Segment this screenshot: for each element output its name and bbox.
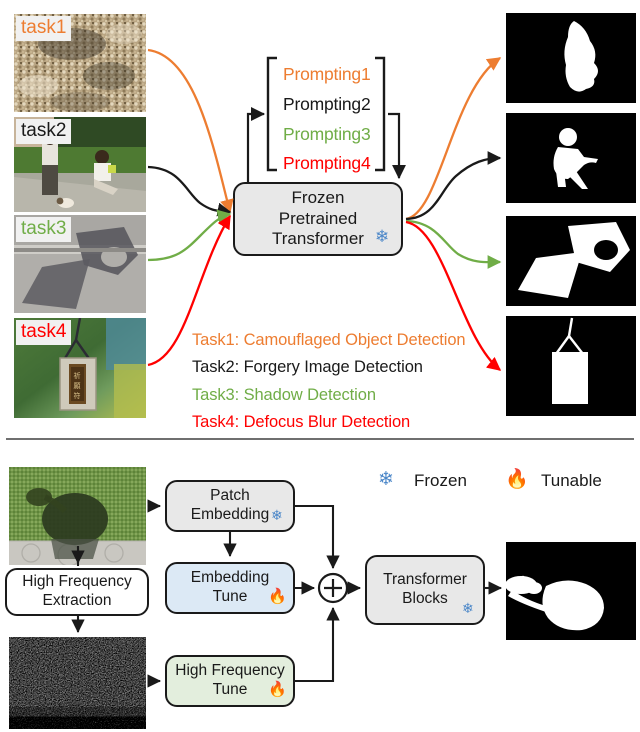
- prompting-item-4: Prompting4: [283, 153, 371, 173]
- high-frequency-image: [9, 637, 146, 729]
- model-box-line-2: Pretrained: [278, 208, 358, 228]
- model-box-line-1: Frozen: [291, 187, 345, 207]
- prompting-item-1: Prompting1: [283, 64, 371, 84]
- snowflake-icon: ❄: [378, 469, 394, 490]
- transformer-blocks-line-1: Transformer: [383, 571, 467, 589]
- output-mask-2: [506, 113, 636, 203]
- prompting-item-2: Prompting2: [283, 94, 371, 114]
- svg-text:祈: 祈: [74, 371, 81, 380]
- task1-tag: task1: [16, 16, 72, 41]
- task-caption-4: Task4: Defocus Blur Detection: [192, 413, 411, 431]
- transformer-blocks-line-2: Blocks: [402, 590, 448, 607]
- snowflake-icon: ❄: [375, 227, 390, 246]
- flame-icon: 🔥: [505, 469, 529, 490]
- patch-embedding-line-2: Embedding: [190, 506, 270, 523]
- svg-text:符: 符: [74, 391, 81, 400]
- flame-icon: 🔥: [268, 588, 287, 605]
- embedding-tune-line-2: Tune: [212, 588, 248, 605]
- task4-tag: task4: [16, 320, 72, 345]
- embedding-tune-line-1: Embedding: [190, 569, 270, 587]
- figure-canvas: task1 task2 task3 祈 願 符 task4 Prompting1…: [0, 0, 640, 732]
- bottom-input-image: [9, 467, 146, 565]
- snowflake-icon: ❄: [271, 507, 283, 523]
- patch-embedding-box: Patch Embedding: [165, 480, 295, 532]
- hf-tune-line-1: High Frequency: [175, 662, 285, 680]
- section-divider: [6, 438, 634, 440]
- high-frequency-extraction-box: High Frequency Extraction: [5, 568, 149, 616]
- task-caption-1: Task1: Camouflaged Object Detection: [192, 331, 466, 349]
- legend-label-tunable: Tunable: [541, 471, 602, 490]
- svg-text:願: 願: [74, 382, 81, 390]
- task-caption-3: Task3: Shadow Detection: [192, 386, 376, 404]
- output-mask-3: [506, 216, 636, 306]
- bottom-output-mask: [506, 542, 636, 640]
- output-mask-1: [506, 13, 636, 103]
- output-mask-4: [506, 316, 636, 416]
- patch-embedding-line-1: Patch: [210, 487, 250, 505]
- snowflake-icon: ❄: [462, 600, 474, 616]
- sum-node-symbol: +: [326, 574, 341, 601]
- hf-extraction-line-2: Extraction: [42, 592, 112, 609]
- hf-extraction-line-1: High Frequency: [22, 573, 132, 591]
- legend-label-frozen: Frozen: [414, 471, 467, 490]
- task3-tag: task3: [16, 217, 72, 242]
- flame-icon: 🔥: [268, 681, 287, 698]
- task-caption-2: Task2: Forgery Image Detection: [192, 358, 423, 376]
- task2-tag: task2: [16, 119, 72, 144]
- model-box-line-3: Transformer: [272, 229, 364, 249]
- prompting-item-3: Prompting3: [283, 124, 371, 144]
